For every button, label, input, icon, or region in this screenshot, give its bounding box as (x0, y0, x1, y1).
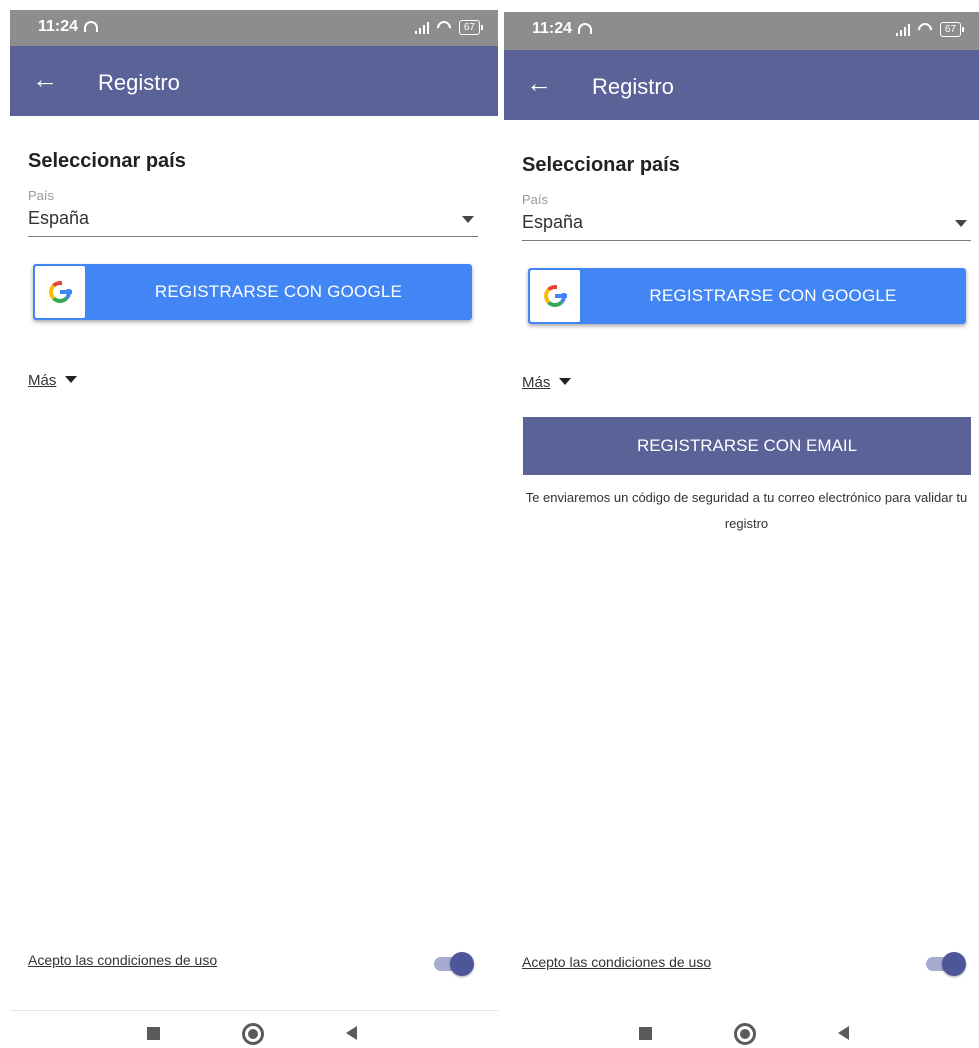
home-circle-icon[interactable] (734, 1023, 756, 1045)
nav-divider (10, 1010, 498, 1011)
toggle-thumb (942, 952, 966, 976)
google-signup-label: REGISTRARSE CON GOOGLE (649, 286, 897, 305)
back-triangle-icon[interactable] (346, 1026, 357, 1040)
battery-icon: 67 (939, 22, 965, 37)
signal-icon (414, 21, 429, 34)
recents-square-icon[interactable] (147, 1027, 160, 1040)
screen-left: 11:24 67 ← Registro Seleccionar país Paí… (10, 0, 498, 1048)
country-value: España (28, 208, 90, 228)
time-text: 11:24 (38, 18, 79, 35)
signal-icon (895, 23, 910, 36)
app-title: Registro (592, 74, 674, 99)
headset-icon (578, 23, 593, 34)
country-select[interactable]: España (522, 210, 971, 241)
terms-toggle[interactable] (434, 952, 474, 976)
country-value: España (522, 212, 584, 232)
email-signup-button[interactable]: REGISTRARSE CON EMAIL (523, 417, 971, 475)
status-bar: 11:24 67 (504, 12, 979, 50)
more-toggle[interactable]: Más (28, 372, 78, 389)
country-label: País (522, 192, 549, 207)
caret-down-icon (65, 376, 78, 383)
back-arrow-icon[interactable]: ← (32, 66, 58, 92)
battery-icon: 67 (458, 20, 484, 35)
status-icons: 67 (414, 17, 484, 38)
section-title: Seleccionar país (28, 150, 186, 172)
status-bar: 11:24 67 (10, 10, 498, 46)
back-triangle-icon[interactable] (838, 1026, 849, 1040)
system-nav-bar (504, 1018, 979, 1048)
system-nav-bar (10, 1018, 498, 1048)
google-signup-button[interactable]: REGISTRARSE CON GOOGLE (33, 264, 472, 320)
app-bar: ← Registro (504, 50, 979, 120)
back-arrow-icon[interactable]: ← (526, 70, 552, 96)
recents-square-icon[interactable] (639, 1027, 652, 1040)
app-title: Registro (98, 70, 180, 95)
google-icon (544, 284, 567, 307)
app-bar: ← Registro (10, 46, 498, 116)
headset-icon (84, 21, 99, 32)
google-icon (49, 280, 72, 303)
section-title: Seleccionar país (522, 154, 680, 176)
wifi-icon (433, 17, 454, 38)
terms-toggle[interactable] (926, 952, 966, 976)
toggle-thumb (450, 952, 474, 976)
caret-down-icon (955, 220, 967, 227)
country-select[interactable]: España (28, 206, 478, 237)
email-note: Te enviaremos un código de seguridad a t… (525, 490, 968, 531)
more-label: Más (522, 374, 551, 391)
google-logo-box (530, 270, 580, 322)
status-icons: 67 (895, 19, 965, 40)
country-label: País (28, 188, 55, 203)
time-text: 11:24 (532, 20, 573, 37)
status-time: 11:24 (532, 20, 593, 38)
google-logo-box (35, 266, 85, 318)
terms-link[interactable]: Acepto las condiciones de uso (522, 954, 711, 970)
screen-right: 11:24 67 ← Registro Seleccionar país Paí… (504, 0, 979, 1048)
caret-down-icon (559, 378, 572, 385)
terms-link[interactable]: Acepto las condiciones de uso (28, 952, 217, 968)
home-circle-icon[interactable] (242, 1023, 264, 1045)
more-label: Más (28, 372, 57, 389)
wifi-icon (914, 19, 935, 40)
google-signup-button[interactable]: REGISTRARSE CON GOOGLE (528, 268, 966, 324)
more-toggle[interactable]: Más (522, 374, 572, 391)
caret-down-icon (462, 216, 474, 223)
google-signup-label: REGISTRARSE CON GOOGLE (154, 282, 403, 301)
status-time: 11:24 (38, 18, 99, 36)
